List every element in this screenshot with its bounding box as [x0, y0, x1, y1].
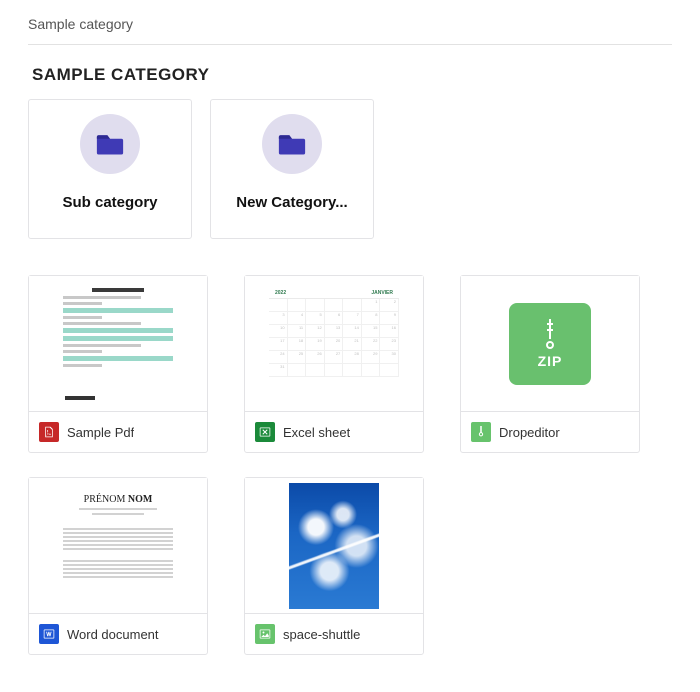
folder-icon	[96, 132, 124, 156]
file-card-pdf[interactable]: Sample Pdf	[28, 275, 208, 453]
file-card-excel[interactable]: 2022JANVIER 12 3456789 10111213141516 17…	[244, 275, 424, 453]
breadcrumb[interactable]: Sample category	[28, 16, 672, 45]
pdf-preview-icon	[53, 284, 183, 404]
section-heading: SAMPLE CATEGORY	[32, 65, 672, 85]
pdf-file-icon	[39, 422, 59, 442]
file-preview	[29, 276, 207, 412]
spreadsheet-preview-icon: 2022JANVIER 12 3456789 10111213141516 17…	[269, 286, 399, 402]
word-preview-icon: PRÉNOM NOM	[53, 486, 183, 606]
file-label: space-shuttle	[283, 627, 360, 642]
file-label: Excel sheet	[283, 425, 350, 440]
excel-file-icon	[255, 422, 275, 442]
zip-badge-text: ZIP	[538, 353, 563, 369]
subcategory-card[interactable]: Sub category	[28, 99, 192, 239]
folder-icon	[278, 132, 306, 156]
file-label: Sample Pdf	[67, 425, 134, 440]
word-file-icon	[39, 624, 59, 644]
folder-icon-circle	[80, 114, 140, 174]
file-label: Word document	[67, 627, 159, 642]
file-preview: 2022JANVIER 12 3456789 10111213141516 17…	[245, 276, 423, 412]
zip-file-icon	[471, 422, 491, 442]
file-card-image[interactable]: space-shuttle	[244, 477, 424, 655]
file-preview: ZIP	[461, 276, 639, 412]
file-preview: PRÉNOM NOM	[29, 478, 207, 614]
file-card-word[interactable]: PRÉNOM NOM Word document	[28, 477, 208, 655]
subcategory-label: New Category...	[236, 194, 347, 211]
image-preview-icon	[289, 483, 379, 609]
file-grid: Sample Pdf 2022JANVIER 12 3456789 101112…	[28, 275, 672, 655]
file-preview	[245, 478, 423, 614]
file-card-zip[interactable]: ZIP Dropeditor	[460, 275, 640, 453]
file-label: Dropeditor	[499, 425, 560, 440]
subcategory-row: Sub category New Category...	[28, 99, 672, 239]
image-file-icon	[255, 624, 275, 644]
subcategory-label: Sub category	[62, 194, 157, 211]
folder-icon-circle	[262, 114, 322, 174]
subcategory-card[interactable]: New Category...	[210, 99, 374, 239]
zip-preview-icon: ZIP	[509, 303, 591, 385]
